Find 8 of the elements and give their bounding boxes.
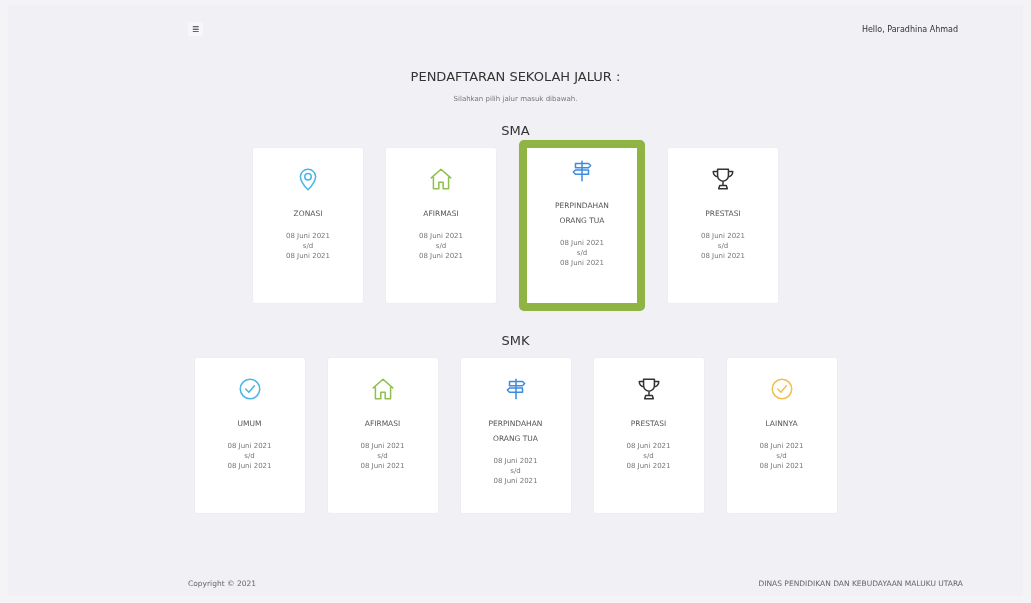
menu-button[interactable]: ≡ [188,22,203,36]
section-heading: SMA [500,123,531,138]
section-heading: SMK [500,333,531,348]
house-icon [428,166,454,192]
user-greeting: Hello, Paradhina Ahmad [861,24,958,34]
trophy-icon [710,166,736,192]
page-title: PENDAFTARAN SEKOLAH JALUR : [409,69,622,84]
trophy-icon [635,376,662,402]
